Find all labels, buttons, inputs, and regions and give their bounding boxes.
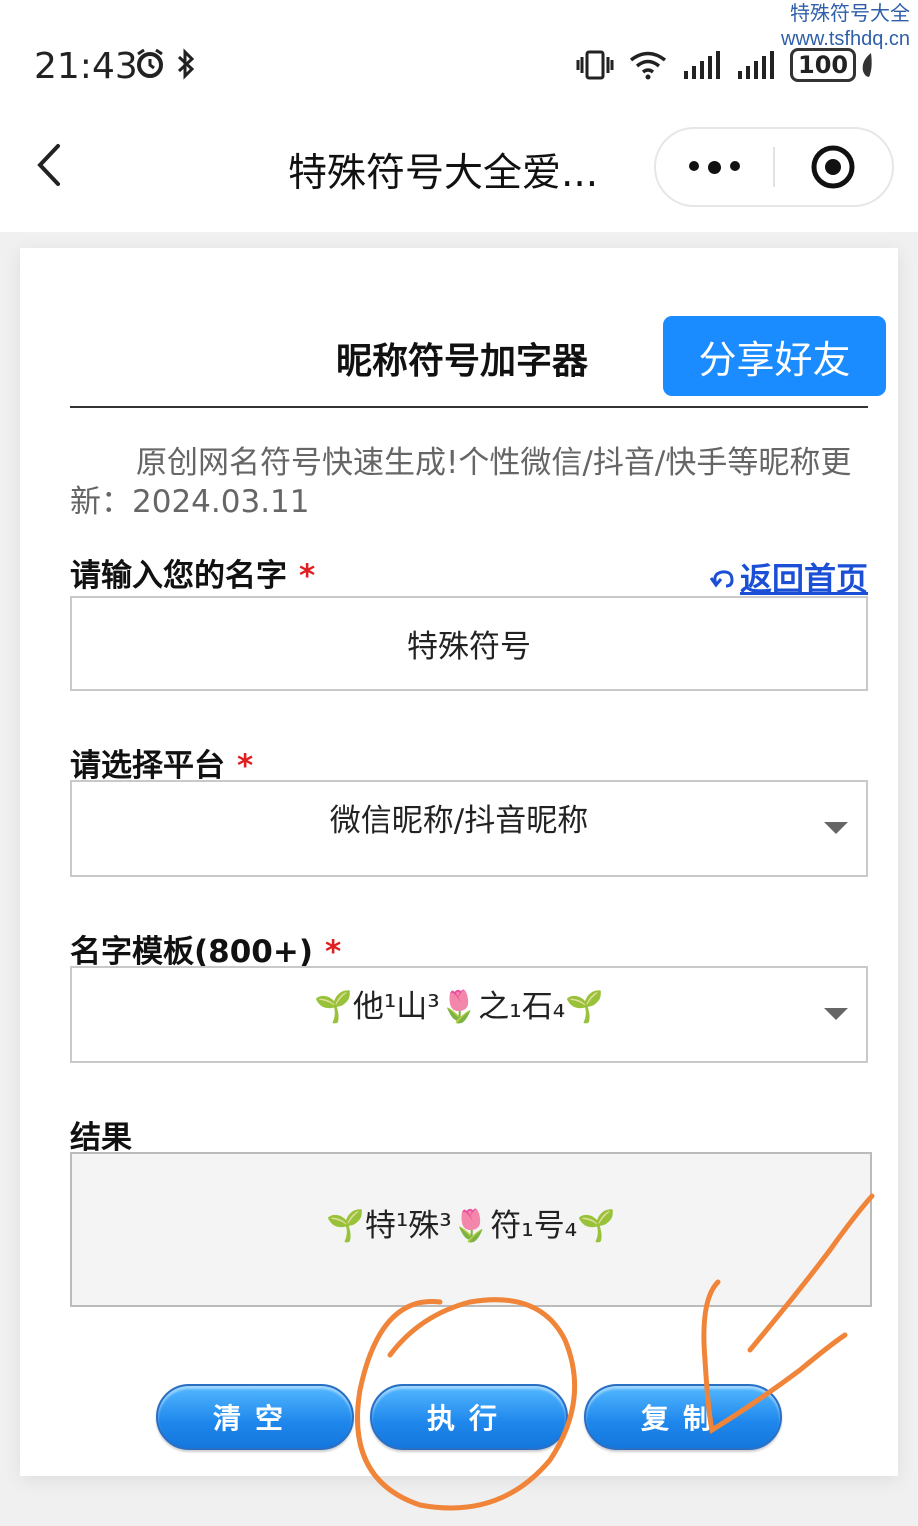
copy-button[interactable]: 复制 <box>584 1384 782 1450</box>
status-left-icons <box>134 48 196 80</box>
share-button[interactable]: 分享好友 <box>663 316 886 396</box>
execute-button[interactable]: 执行 <box>370 1384 568 1450</box>
platform-select[interactable]: 微信昵称/抖音昵称 <box>70 780 868 877</box>
nav-title: 特殊符号大全爱... <box>288 151 599 196</box>
battery-level: 100 <box>790 48 857 82</box>
signal-icon-2 <box>738 51 774 79</box>
chevron-down-icon <box>824 822 848 834</box>
chevron-down-icon <box>824 1008 848 1020</box>
alarm-icon <box>137 48 163 78</box>
template-label: 名字模板(800+) * <box>70 934 342 970</box>
charging-leaf-icon <box>862 53 872 77</box>
name-input-value: 特殊符号 <box>407 629 531 665</box>
more-icon[interactable] <box>656 160 773 174</box>
name-label: 请输入您的名字 * <box>70 558 316 594</box>
signal-icon <box>684 51 720 79</box>
result-value: 🌱特¹殊³🌷符₁号₄🌱 <box>326 1208 616 1244</box>
template-select-value: 🌱他¹山³🌷之₁石₄🌱 <box>314 989 604 1025</box>
result-label: 结果 <box>70 1120 132 1156</box>
battery-indicator: 100 <box>790 48 875 82</box>
bluetooth-icon <box>177 48 195 80</box>
home-link[interactable]: 返回首页 <box>708 554 868 600</box>
result-box[interactable]: 🌱特¹殊³🌷符₁号₄🌱 <box>70 1152 872 1307</box>
vibrate-icon <box>576 50 614 80</box>
name-input[interactable]: 特殊符号 <box>70 596 868 691</box>
status-right-icons: 100 <box>576 48 875 82</box>
return-icon <box>709 570 734 588</box>
status-time: 21:43 <box>34 46 138 87</box>
page-title: 昵称符号加字器 <box>336 341 589 382</box>
template-select[interactable]: 🌱他¹山³🌷之₁石₄🌱 <box>70 966 868 1063</box>
watermark: 特殊符号大全 www.tsfhdq.cn <box>781 0 910 52</box>
platform-label: 请选择平台 * <box>70 748 254 784</box>
title-divider <box>70 406 868 408</box>
back-icon[interactable] <box>30 140 70 190</box>
platform-select-value: 微信昵称/抖音昵称 <box>329 803 589 839</box>
watermark-title: 特殊符号大全 <box>790 1 910 25</box>
close-mini-program-icon[interactable] <box>775 144 892 190</box>
wifi-icon <box>629 51 667 80</box>
mini-program-capsule <box>654 127 894 207</box>
clear-button[interactable]: 清空 <box>156 1384 354 1450</box>
page-description: 原创网名符号快速生成!个性微信/抖音/快手等昵称更新：2024.03.11 <box>70 445 852 520</box>
required-mark: * <box>299 558 316 594</box>
